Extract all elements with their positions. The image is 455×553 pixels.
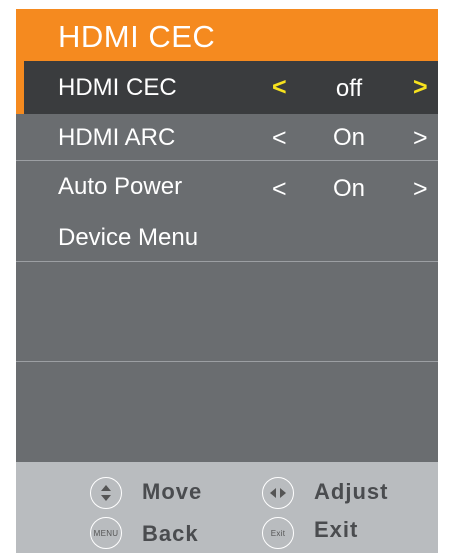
exit-button-icon: Exit: [262, 517, 294, 549]
menu-item-auto-power[interactable]: Auto Power < On >: [16, 161, 438, 211]
hint-label: Move: [142, 479, 203, 504]
hint-label: Adjust: [314, 479, 389, 504]
menu-item-label: Auto Power: [58, 173, 183, 200]
divider: [16, 361, 438, 362]
key-hint-bar: Move Adjust MENU Back Exit Exit: [16, 462, 438, 553]
menu-title: HDMI CEC: [58, 19, 216, 54]
menu-item-label: Device Menu: [58, 224, 199, 251]
menu-item-device-menu[interactable]: Device Menu: [16, 211, 438, 261]
menu-item-hdmi-cec[interactable]: HDMI CEC < off >: [16, 61, 438, 114]
hint-label: Exit: [314, 517, 359, 542]
menu-item-value: off: [335, 75, 363, 102]
up-down-arrows-icon: [90, 477, 122, 509]
decrease-arrow-icon[interactable]: <: [272, 74, 287, 100]
left-right-arrows-icon: [262, 477, 294, 509]
decrease-arrow-icon[interactable]: <: [272, 125, 287, 151]
hint-label: Back: [142, 521, 199, 546]
menu-item-value: On: [332, 124, 365, 151]
hdmi-cec-menu: HDMI CEC HDMI CEC < off > HDMI ARC < On …: [16, 9, 438, 553]
increase-arrow-icon[interactable]: >: [413, 74, 428, 100]
divider: [16, 261, 438, 262]
decrease-arrow-icon[interactable]: <: [272, 176, 287, 202]
menu-button-icon: MENU: [90, 517, 122, 549]
menu-title-bar: HDMI CEC: [16, 9, 438, 61]
selection-marker: [16, 61, 24, 114]
increase-arrow-icon[interactable]: >: [413, 176, 428, 202]
menu-item-hdmi-arc[interactable]: HDMI ARC < On >: [16, 114, 438, 161]
menu-item-label: HDMI ARC: [58, 124, 176, 151]
menu-item-value: On: [332, 175, 365, 202]
menu-item-label: HDMI CEC: [58, 74, 177, 101]
increase-arrow-icon[interactable]: >: [413, 125, 428, 151]
